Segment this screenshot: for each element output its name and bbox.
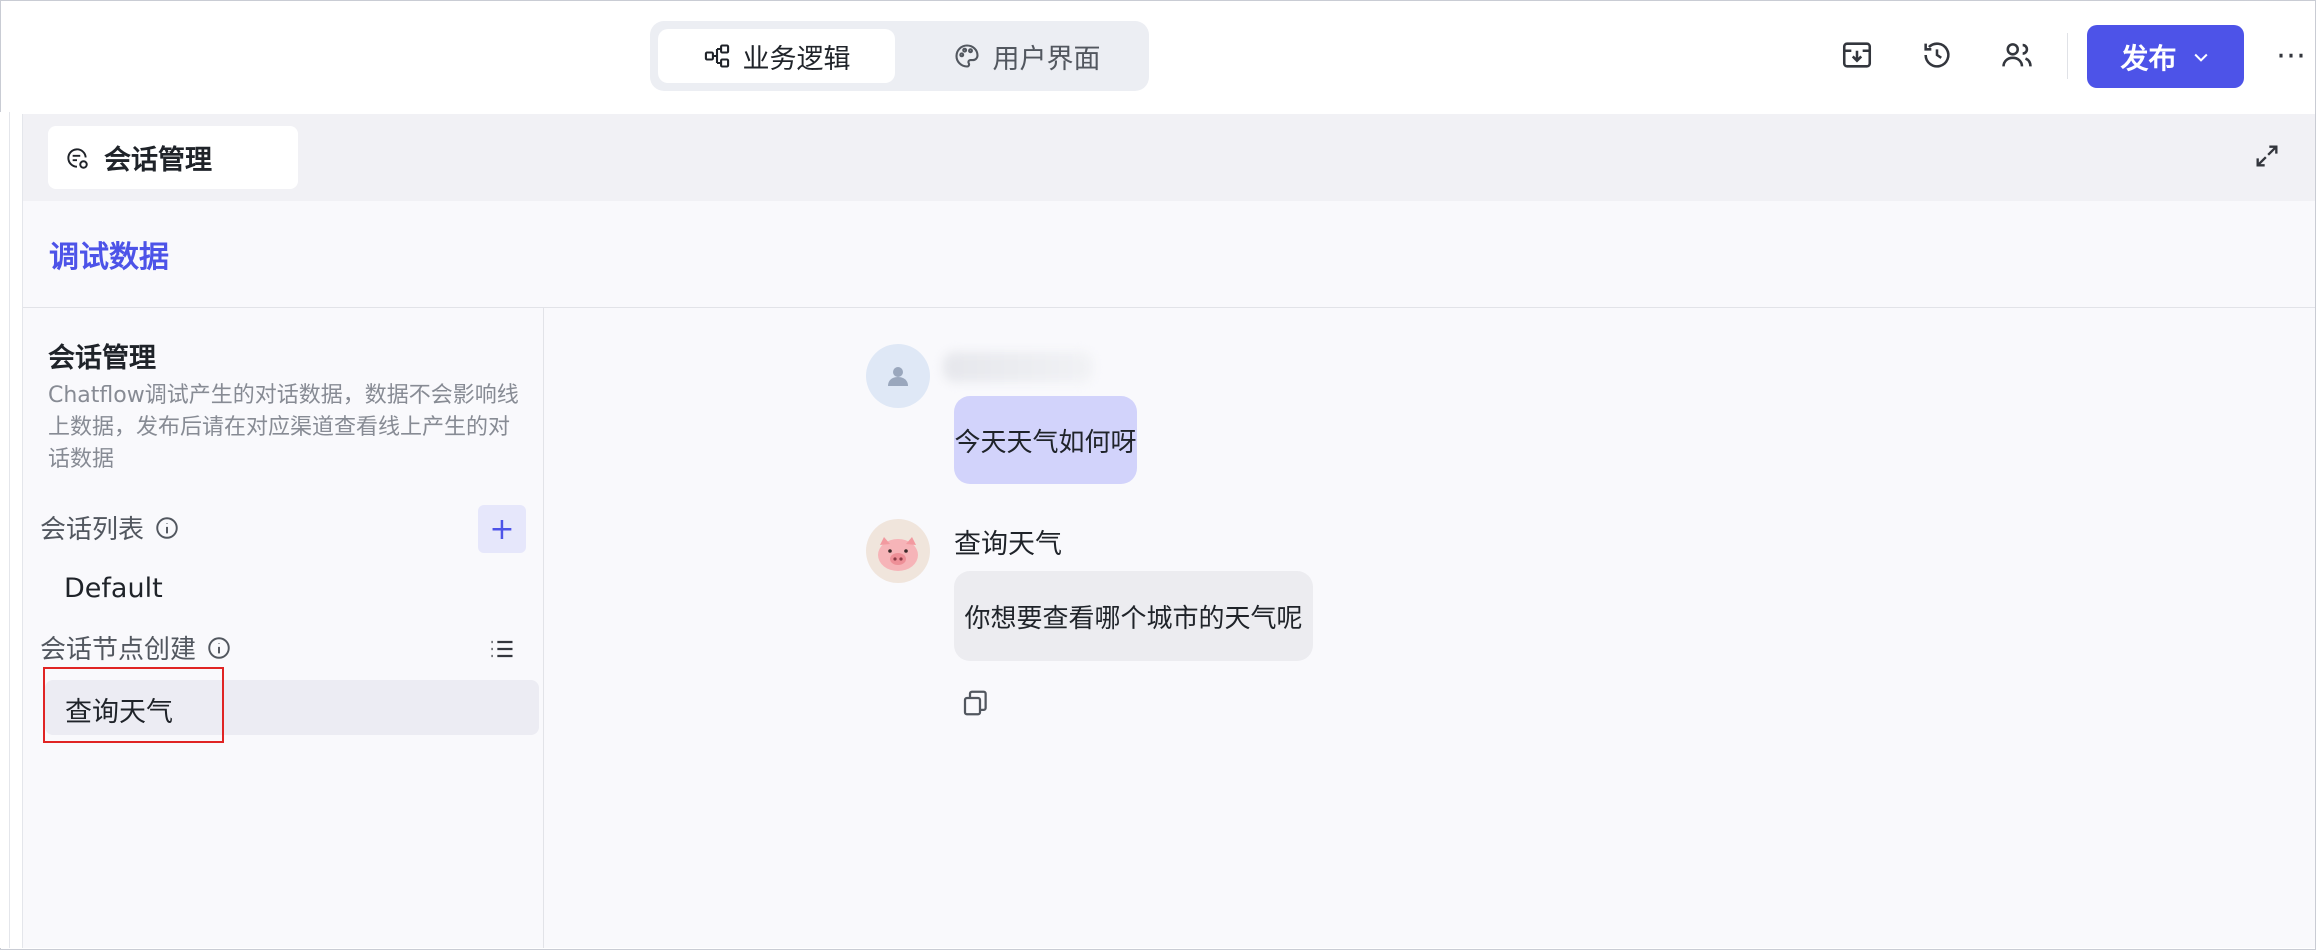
plus-icon: +	[489, 511, 515, 547]
pig-icon	[878, 537, 918, 571]
conversation-panel: 会话管理 调试数据 会话管理 Chatflow调试产生的对话数据，数据不会影响线…	[22, 114, 2315, 948]
user-name-redacted	[943, 352, 1093, 382]
tab-user-interface[interactable]: 用户界面	[912, 29, 1141, 83]
tab-label: 业务逻辑	[742, 43, 851, 75]
more-options-button[interactable]: ⋯	[2276, 37, 2306, 73]
bot-name: 查询天气	[954, 529, 1062, 560]
debug-data-title: 调试数据	[49, 240, 169, 275]
view-switcher: 业务逻辑 用户界面	[650, 21, 1149, 91]
more-icon: ⋯	[2276, 37, 2306, 73]
publish-label: 发布	[2120, 41, 2177, 75]
panel-header: 会话管理	[23, 114, 2315, 201]
users-icon[interactable]	[2000, 38, 2034, 72]
workflow-icon	[704, 44, 729, 68]
expand-icon[interactable]	[2253, 142, 2281, 170]
user-avatar	[866, 344, 930, 408]
history-icon[interactable]	[1920, 38, 1954, 72]
user-message-bubble: 今天天气如何呀	[954, 396, 1137, 484]
publish-button[interactable]: 发布	[2087, 25, 2244, 88]
bot-avatar	[866, 519, 930, 583]
info-icon[interactable]	[206, 635, 232, 661]
sidebar-title: 会话管理	[48, 343, 156, 374]
tab-business-logic[interactable]: 业务逻辑	[658, 29, 895, 83]
bot-message-bubble: 你想要查看哪个城市的天气呢	[954, 571, 1313, 661]
sidebar-divider	[543, 308, 544, 948]
tab-conversation-management[interactable]: 会话管理	[48, 126, 298, 189]
sidebar-description: Chatflow调试产生的对话数据，数据不会影响线上数据，发布后请在对应渠道查看…	[48, 383, 519, 472]
left-edge-strip	[0, 112, 10, 948]
conversation-settings-icon	[67, 147, 88, 169]
conversation-item-default[interactable]: Default	[64, 573, 163, 604]
tab-label: 用户界面	[992, 43, 1101, 75]
copy-icon[interactable]	[960, 688, 990, 718]
archive-icon[interactable]	[1840, 38, 1874, 72]
node-created-header: 会话节点创建	[40, 629, 232, 666]
chevron-down-icon	[2193, 53, 2208, 62]
toolbar-divider	[2067, 33, 2068, 79]
user-icon	[888, 367, 908, 386]
tab-chip-label: 会话管理	[104, 145, 212, 176]
conversation-list-label: 会话列表	[40, 515, 145, 545]
list-icon[interactable]	[488, 635, 516, 663]
highlight-annotation	[43, 667, 224, 743]
node-created-label: 会话节点创建	[40, 635, 197, 665]
add-conversation-button[interactable]: +	[478, 505, 526, 553]
info-icon[interactable]	[154, 515, 180, 541]
conversation-list-header: 会话列表	[40, 509, 180, 546]
divider	[23, 307, 2315, 308]
palette-icon	[955, 44, 979, 68]
